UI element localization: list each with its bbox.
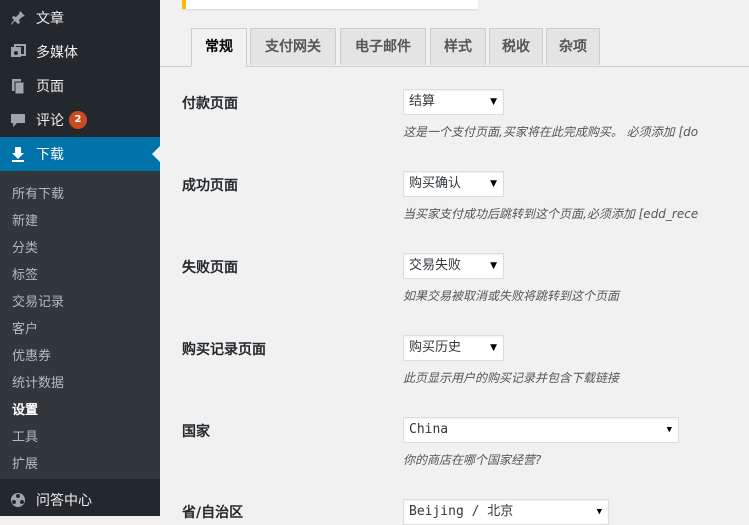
menu-comments-label: 评论: [36, 113, 64, 129]
success-page-value: 购买确认: [409, 176, 462, 191]
tab-payment-gateways[interactable]: 支付网关: [250, 28, 336, 65]
base-state-value: Beijing / 北京: [409, 504, 514, 519]
tab-emails[interactable]: 电子邮件: [340, 28, 426, 65]
purchase-page-select[interactable]: 结算 ▼: [403, 89, 504, 115]
menu-posts-label: 文章: [36, 11, 64, 27]
success-page-label: 成功页面: [182, 178, 238, 194]
submenu-customers[interactable]: 客户: [12, 318, 38, 337]
failure-page-value: 交易失败: [409, 258, 462, 273]
submenu-extensions[interactable]: 扩展: [12, 453, 38, 472]
chevron-down-icon: ▼: [490, 179, 497, 189]
chevron-down-icon: ▼: [490, 97, 497, 107]
failure-page-label: 失败页面: [182, 260, 238, 276]
menu-downloads[interactable]: 下载: [0, 137, 160, 171]
purchase-history-page-description: 此页显示用户的购买记录并包含下载链接: [403, 371, 620, 385]
tab-styles[interactable]: 样式: [430, 28, 486, 65]
menu-pages[interactable]: 页面: [0, 69, 160, 103]
purchase-history-page-select[interactable]: 购买历史 ▼: [403, 335, 504, 361]
menu-community[interactable]: 问答中心: [0, 483, 160, 517]
tab-taxes[interactable]: 税收: [489, 28, 543, 65]
submenu-tags[interactable]: 标签: [12, 264, 38, 283]
comment-icon: [0, 111, 36, 129]
failure-page-description: 如果交易被取消或失败将跳转到这个页面: [403, 289, 620, 303]
submenu-payment-history[interactable]: 交易记录: [12, 291, 64, 310]
success-page-select[interactable]: 购买确认 ▼: [403, 171, 504, 197]
tab-misc[interactable]: 杂项: [546, 28, 600, 65]
media-icon: [0, 43, 36, 61]
chevron-down-icon: ▼: [666, 425, 672, 435]
pages-icon: [0, 77, 36, 95]
admin-notice: [182, 0, 478, 9]
admin-sidebar: 文章 多媒体 页面 评论 2 下载 所有下载 新建 分类 标签 交易记录 客户 …: [0, 0, 160, 516]
base-country-label: 国家: [182, 424, 210, 440]
download-icon: [0, 145, 36, 163]
submenu-all-downloads[interactable]: 所有下载: [12, 183, 64, 202]
base-state-label: 省/自治区: [182, 505, 244, 521]
base-country-value: China: [409, 422, 449, 437]
submenu-tools[interactable]: 工具: [12, 426, 38, 445]
menu-comments[interactable]: 评论 2: [0, 103, 160, 137]
purchase-history-page-value: 购买历史: [409, 340, 462, 355]
downloads-submenu: 所有下载 新建 分类 标签 交易记录 客户 优惠券 统计数据 设置 工具 扩展: [0, 171, 160, 479]
chevron-down-icon: ▼: [490, 261, 497, 271]
chevron-down-icon: ▼: [490, 343, 497, 353]
success-page-description: 当买家支付成功后跳转到这个页面,必须添加 [edd_rece: [403, 207, 699, 221]
menu-media[interactable]: 多媒体: [0, 35, 160, 69]
purchase-page-description: 这是一个支付页面,买家将在此完成购买。 必须添加 [do: [403, 125, 699, 139]
purchase-history-page-label: 购买记录页面: [182, 342, 266, 358]
submenu-categories[interactable]: 分类: [12, 237, 38, 256]
menu-downloads-label: 下载: [36, 147, 64, 163]
submenu-add-new[interactable]: 新建: [12, 210, 38, 229]
chevron-down-icon: ▼: [596, 507, 602, 517]
menu-pages-label: 页面: [36, 79, 64, 95]
base-country-select[interactable]: China ▼: [403, 417, 679, 443]
settings-tabs: 常规 支付网关 电子邮件 样式 税收 杂项: [160, 28, 749, 67]
comment-count-badge: 2: [69, 111, 87, 129]
pushpin-icon: [0, 9, 36, 27]
submenu-reports[interactable]: 统计数据: [12, 372, 64, 391]
submenu-settings[interactable]: 设置: [12, 399, 38, 418]
menu-community-label: 问答中心: [36, 493, 92, 509]
purchase-page-label: 付款页面: [182, 96, 238, 112]
tab-general[interactable]: 常规: [191, 28, 247, 67]
community-icon: [0, 491, 36, 509]
base-state-select[interactable]: Beijing / 北京 ▼: [403, 499, 609, 525]
menu-posts[interactable]: 文章: [0, 1, 160, 35]
purchase-page-value: 结算: [409, 94, 436, 109]
settings-main: 常规 支付网关 电子邮件 样式 税收 杂项 付款页面 结算 ▼ 这是一个支付页面…: [160, 0, 749, 525]
submenu-discount-codes[interactable]: 优惠券: [12, 345, 51, 364]
failure-page-select[interactable]: 交易失败 ▼: [403, 253, 504, 279]
menu-media-label: 多媒体: [36, 45, 78, 61]
base-country-description: 你的商店在哪个国家经营?: [403, 453, 542, 467]
